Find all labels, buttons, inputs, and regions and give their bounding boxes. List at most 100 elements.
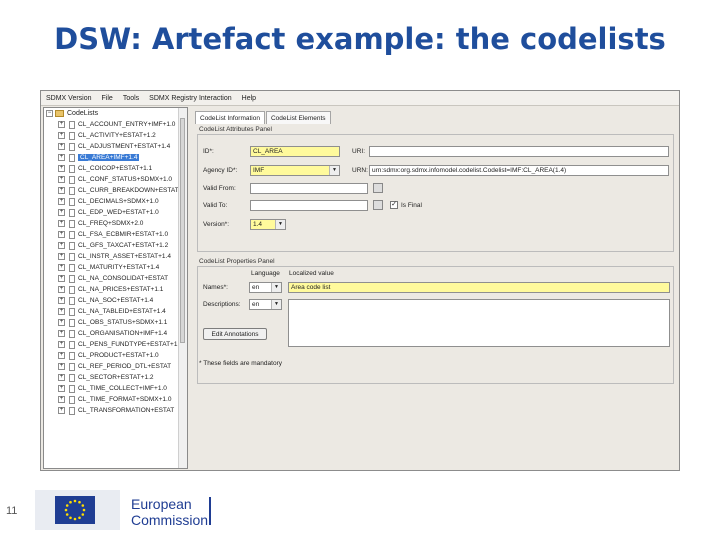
tree-item[interactable]: + CL_OBS_STATUS+SDMX+1.1 bbox=[44, 317, 187, 328]
expand-icon[interactable]: + bbox=[58, 143, 65, 150]
expand-icon[interactable]: + bbox=[58, 308, 65, 315]
expand-icon[interactable]: + bbox=[58, 253, 65, 260]
is-final-checkbox[interactable]: ✓ bbox=[390, 201, 398, 209]
tree-item[interactable]: + CL_PENS_FUNDTYPE+ESTAT+1.0 bbox=[44, 339, 187, 350]
expand-icon[interactable]: + bbox=[58, 341, 65, 348]
tree-item[interactable]: + CL_NA_TABLEID+ESTAT+1.4 bbox=[44, 306, 187, 317]
expand-icon[interactable]: + bbox=[58, 154, 65, 161]
tree-item[interactable]: + CL_NA_PRICES+ESTAT+1.1 bbox=[44, 284, 187, 295]
localized-value-header: Localized value bbox=[289, 270, 334, 277]
tree-item-label: CL_ORGANISATION+IMF+1.4 bbox=[78, 330, 168, 337]
expand-icon[interactable]: + bbox=[58, 275, 65, 282]
tree-item[interactable]: + CL_ACTIVITY+ESTAT+1.2 bbox=[44, 130, 187, 141]
id-field[interactable]: CL_AREA bbox=[250, 146, 340, 157]
tree-item[interactable]: + CL_COICOP+ESTAT+1.1 bbox=[44, 163, 187, 174]
tree-item[interactable]: + CL_ADJUSTMENT+ESTAT+1.4 bbox=[44, 141, 187, 152]
tree-item[interactable]: + CL_TRANSFORMATION+ESTAT bbox=[44, 405, 187, 416]
european-commission-logo: European Commission bbox=[35, 490, 215, 530]
expand-icon[interactable]: + bbox=[58, 407, 65, 414]
expand-icon[interactable]: + bbox=[58, 132, 65, 139]
expand-icon[interactable]: + bbox=[58, 231, 65, 238]
expand-icon[interactable]: + bbox=[58, 374, 65, 381]
tree-item-label: CL_PENS_FUNDTYPE+ESTAT+1.0 bbox=[78, 341, 183, 348]
descriptions-textarea[interactable] bbox=[288, 299, 670, 347]
menu-help[interactable]: Help bbox=[237, 95, 261, 102]
tree-item[interactable]: + CL_MATURITY+ESTAT+1.4 bbox=[44, 262, 187, 273]
tree-item[interactable]: + CL_GFS_TAXCAT+ESTAT+1.2 bbox=[44, 240, 187, 251]
expand-icon[interactable]: + bbox=[58, 121, 65, 128]
expand-icon[interactable]: + bbox=[58, 352, 65, 359]
menu-tools[interactable]: Tools bbox=[118, 95, 144, 102]
tab-codelist-elements[interactable]: CodeList Elements bbox=[265, 111, 331, 124]
agency-id-select[interactable]: IMF ▼ bbox=[250, 165, 340, 176]
expand-icon[interactable]: + bbox=[58, 319, 65, 326]
valid-to-field[interactable] bbox=[250, 200, 368, 211]
mandatory-fields-note: * These fields are mandatory bbox=[199, 360, 282, 367]
tree-item[interactable]: + CL_FREQ+SDMX+2.0 bbox=[44, 218, 187, 229]
expand-icon[interactable]: + bbox=[58, 176, 65, 183]
calendar-icon[interactable] bbox=[373, 183, 383, 193]
tree-item[interactable]: + CL_FSA_ECBMIR+ESTAT+1.0 bbox=[44, 229, 187, 240]
menu-sdmx-registry-interaction[interactable]: SDMX Registry Interaction bbox=[144, 95, 236, 102]
expand-icon[interactable]: + bbox=[58, 297, 65, 304]
tree-item[interactable]: + CL_ACCOUNT_ENTRY+IMF+1.0 bbox=[44, 119, 187, 130]
tree-item[interactable]: + CL_CONF_STATUS+SDMX+1.0 bbox=[44, 174, 187, 185]
urn-field[interactable]: urn:sdmx:org.sdmx.infomodel.codelist.Cod… bbox=[369, 165, 669, 176]
tree-item[interactable]: + CL_REF_PERIOD_DTL+ESTAT bbox=[44, 361, 187, 372]
tree-item[interactable]: + CL_NA_CONSOLIDAT+ESTAT bbox=[44, 273, 187, 284]
document-icon bbox=[69, 153, 75, 162]
expand-icon[interactable]: + bbox=[58, 286, 65, 293]
chevron-down-icon[interactable]: ▼ bbox=[275, 220, 285, 229]
tab-codelist-information[interactable]: CodeList Information bbox=[195, 111, 265, 124]
tree-item-label: CL_NA_CONSOLIDAT+ESTAT bbox=[78, 275, 169, 282]
document-icon bbox=[69, 120, 75, 129]
expand-icon[interactable]: + bbox=[58, 209, 65, 216]
expand-icon[interactable]: + bbox=[58, 187, 65, 194]
tree-scrollbar-thumb[interactable] bbox=[180, 118, 185, 343]
edit-annotations-button[interactable]: Edit Annotations bbox=[203, 328, 267, 340]
chevron-down-icon[interactable]: ▼ bbox=[271, 300, 281, 309]
valid-from-field[interactable] bbox=[250, 183, 368, 194]
expand-icon[interactable]: + bbox=[58, 363, 65, 370]
document-icon bbox=[69, 230, 75, 239]
names-field[interactable]: Area code list bbox=[288, 282, 670, 293]
names-language-select[interactable]: en ▼ bbox=[249, 282, 282, 293]
expand-icon[interactable]: + bbox=[58, 242, 65, 249]
tree-item[interactable]: + CL_EDP_WED+ESTAT+1.0 bbox=[44, 207, 187, 218]
chevron-down-icon[interactable]: ▼ bbox=[329, 166, 339, 175]
version-select[interactable]: 1.4 ▼ bbox=[250, 219, 286, 230]
expand-icon[interactable]: + bbox=[58, 396, 65, 403]
calendar-icon[interactable] bbox=[373, 200, 383, 210]
tree-item[interactable]: + CL_DECIMALS+SDMX+1.0 bbox=[44, 196, 187, 207]
chevron-down-icon[interactable]: ▼ bbox=[271, 283, 281, 292]
tree-item-label: CL_SECTOR+ESTAT+1.2 bbox=[78, 374, 154, 381]
collapse-icon[interactable]: − bbox=[46, 110, 53, 117]
tree-item[interactable]: + CL_ORGANISATION+IMF+1.4 bbox=[44, 328, 187, 339]
menu-file[interactable]: File bbox=[97, 95, 118, 102]
expand-icon[interactable]: + bbox=[58, 385, 65, 392]
logo-text-commission: Commission bbox=[131, 512, 209, 528]
menu-sdmx-version[interactable]: SDMX Version bbox=[41, 95, 97, 102]
expand-icon[interactable]: + bbox=[58, 264, 65, 271]
tree-item[interactable]: + CL_PRODUCT+ESTAT+1.0 bbox=[44, 350, 187, 361]
expand-icon[interactable]: + bbox=[58, 165, 65, 172]
tree-item[interactable]: + CL_AREA+IMF+1.4 bbox=[44, 152, 187, 163]
tree-root[interactable]: − CodeLists bbox=[44, 108, 187, 119]
document-icon bbox=[69, 274, 75, 283]
document-icon bbox=[69, 175, 75, 184]
tree-item[interactable]: + CL_TIME_COLLECT+IMF+1.0 bbox=[44, 383, 187, 394]
uri-field[interactable] bbox=[369, 146, 669, 157]
expand-icon[interactable]: + bbox=[58, 220, 65, 227]
expand-icon[interactable]: + bbox=[58, 330, 65, 337]
tree-item[interactable]: + CL_INSTR_ASSET+ESTAT+1.4 bbox=[44, 251, 187, 262]
tree-item[interactable]: + CL_CURR_BREAKDOWN+ESTAT bbox=[44, 185, 187, 196]
tree-scrollbar[interactable] bbox=[178, 108, 187, 468]
tree-item[interactable]: + CL_NA_SOC+ESTAT+1.4 bbox=[44, 295, 187, 306]
tree-item[interactable]: + CL_TIME_FORMAT+SDMX+1.0 bbox=[44, 394, 187, 405]
descriptions-label: Descriptions: bbox=[203, 301, 241, 308]
folder-icon bbox=[55, 110, 64, 117]
tree-item[interactable]: + CL_SECTOR+ESTAT+1.2 bbox=[44, 372, 187, 383]
descriptions-language-select[interactable]: en ▼ bbox=[249, 299, 282, 310]
version-value: 1.4 bbox=[253, 221, 263, 228]
expand-icon[interactable]: + bbox=[58, 198, 65, 205]
